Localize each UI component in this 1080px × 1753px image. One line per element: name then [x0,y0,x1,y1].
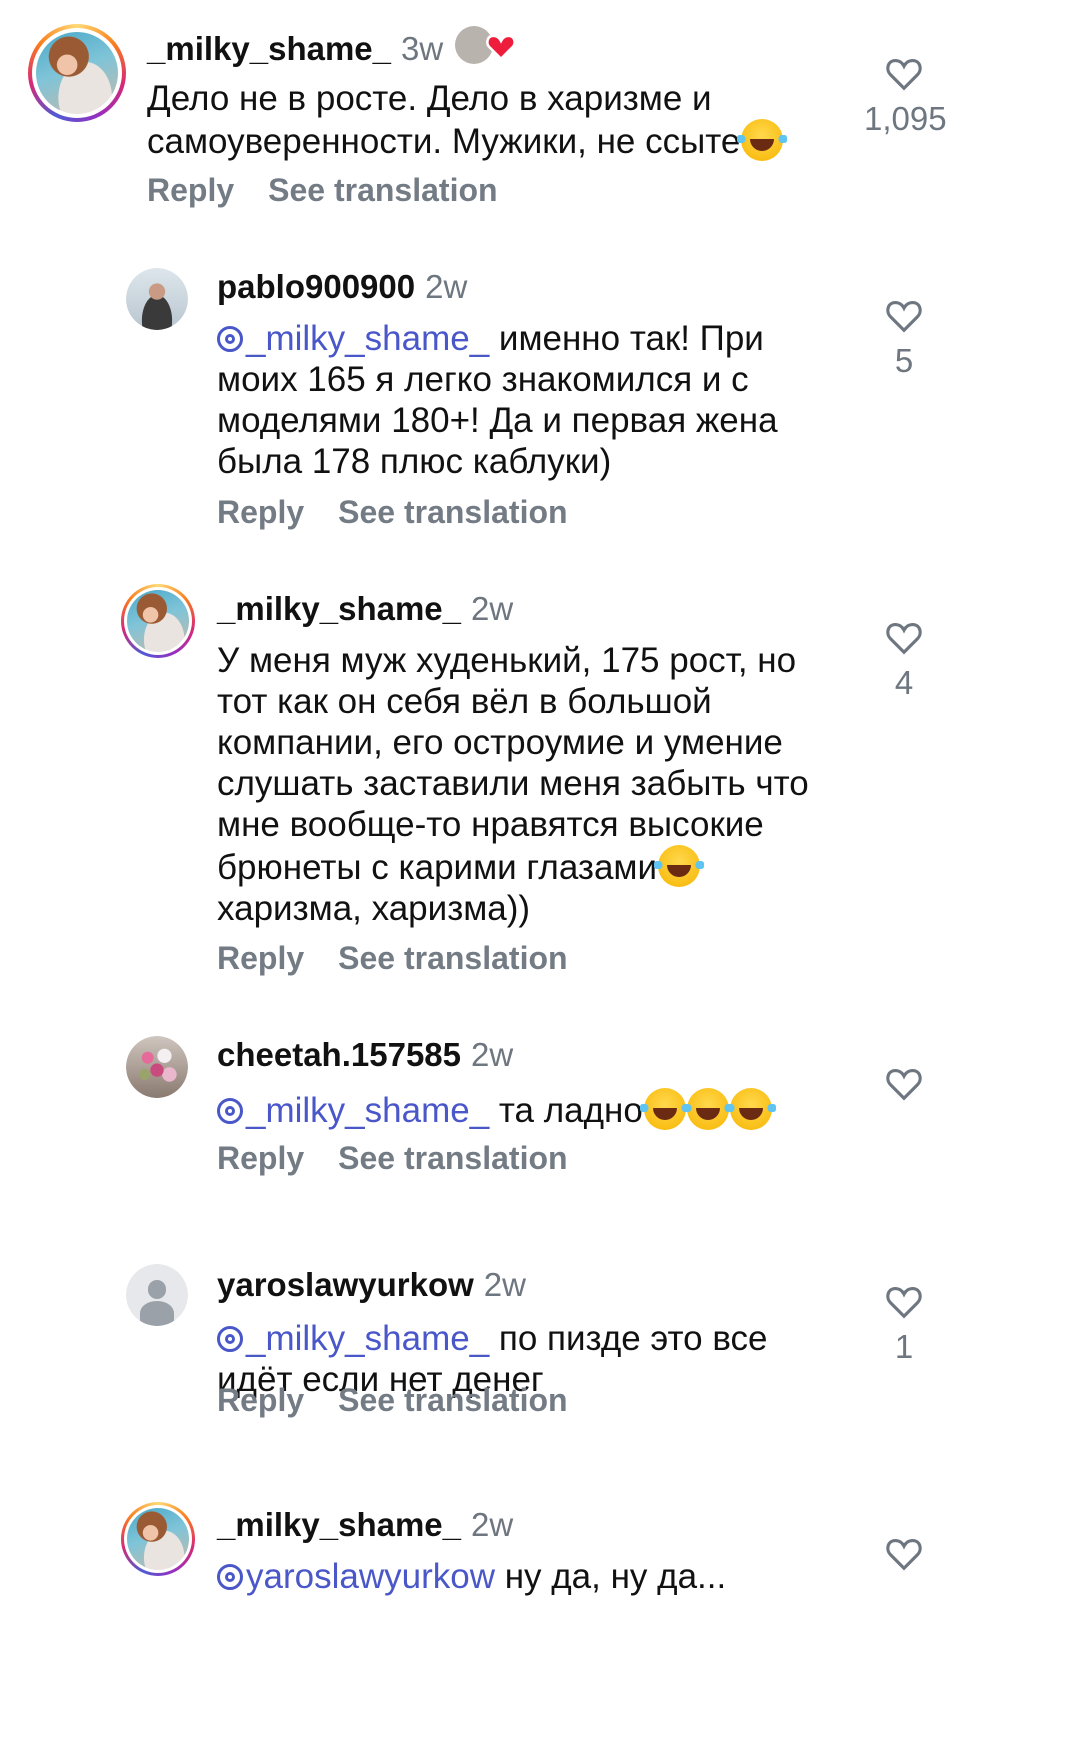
heart-icon [886,1068,922,1101]
comment-item: _milky_shame_ 3w Дело не в росте. Дело в … [0,0,1080,250]
heart-icon [886,58,922,91]
comment-actions: Reply See translation [147,172,498,209]
like-count: 1 [894,1328,914,1365]
at-icon [217,1564,243,1590]
mention-link[interactable]: _milky_shame_ [217,1319,489,1358]
heart-icon [886,300,922,333]
laughing-emoji-icon [639,1088,690,1130]
username[interactable]: cheetah.157585 [217,1036,461,1073]
comment-header: _milky_shame_ 3w [147,26,517,68]
avatar[interactable] [126,268,188,330]
mention-link[interactable]: _milky_shame_ [217,319,489,358]
reply-button[interactable]: Reply [217,1140,304,1176]
timestamp: 2w [471,590,514,627]
like-button[interactable]: 1 [864,1284,944,1366]
laughing-emoji-icon [725,1088,776,1130]
avatar[interactable] [121,584,195,658]
like-count: 5 [894,342,914,379]
see-translation-button[interactable]: See translation [268,172,497,208]
username[interactable]: _milky_shame_ [217,1506,461,1543]
comment-actions: Reply See translation [217,1140,568,1177]
comment-text: Дело не в росте. Дело в харизме и самоув… [147,78,847,162]
heart-icon [886,1538,922,1571]
reply-button[interactable]: Reply [217,940,304,976]
like-button[interactable] [864,1536,944,1572]
reply-button[interactable]: Reply [147,172,234,208]
avatar[interactable] [126,1264,188,1326]
see-translation-button[interactable]: See translation [338,940,567,976]
comment-header: _milky_shame_ 2w [217,1506,513,1544]
laughing-emoji-icon [737,119,788,161]
timestamp: 2w [471,1506,514,1543]
comment-header: pablo900900 2w [217,268,467,306]
avatar[interactable] [126,1036,188,1098]
like-button[interactable]: 4 [864,620,944,702]
timestamp: 2w [425,268,468,305]
like-button[interactable]: 5 [864,298,944,380]
comment-header: yaroslawyurkow 2w [217,1266,526,1304]
reply-item: pablo900900 2w _milky_shame_ именно так! … [0,250,1080,570]
comment-header: _milky_shame_ 2w [217,590,513,628]
see-translation-button[interactable]: See translation [338,494,567,530]
at-icon [217,1326,243,1352]
default-avatar-icon [126,1264,188,1326]
reply-item: cheetah.157585 2w _milky_shame_ та ладно … [0,1020,1080,1250]
comment-actions: Reply See translation [217,940,568,977]
reply-item: _milky_shame_ 2w yaroslawyurkow ну да, ну… [0,1490,1080,1753]
laughing-emoji-icon [682,1088,733,1130]
mention-link[interactable]: _milky_shame_ [217,1091,489,1130]
username[interactable]: _milky_shame_ [217,590,461,627]
comment-actions: Reply See translation [217,1382,568,1419]
username[interactable]: _milky_shame_ [147,30,391,67]
heart-icon [886,1286,922,1319]
see-translation-button[interactable]: See translation [338,1382,567,1418]
reply-button[interactable]: Reply [217,1382,304,1418]
like-button[interactable] [864,1066,944,1102]
reply-item: _milky_shame_ 2w У меня муж худенький, 17… [0,570,1080,1020]
comment-actions: Reply See translation [217,494,568,531]
username[interactable]: pablo900900 [217,268,415,305]
like-count: 4 [894,664,914,701]
at-icon [217,1098,243,1124]
comment-text: yaroslawyurkow ну да, ну да... [217,1556,917,1597]
avatar[interactable] [28,24,126,122]
heart-icon [886,622,922,655]
avatar[interactable] [121,1502,195,1576]
like-count: 1,095 [864,100,947,137]
reply-item: yaroslawyurkow 2w _milky_shame_ по пизде … [0,1250,1080,1490]
creator-liked-icon [455,26,517,64]
see-translation-button[interactable]: See translation [338,1140,567,1176]
timestamp: 3w [401,30,444,67]
comment-text: _milky_shame_ именно так! При моих 165 я… [217,319,778,481]
comment-header: cheetah.157585 2w [217,1036,513,1074]
mention-link[interactable]: yaroslawyurkow [217,1557,495,1596]
reply-button[interactable]: Reply [217,494,304,530]
comment-text: _milky_shame_ та ладно [217,1088,917,1131]
laughing-emoji-icon [654,845,705,887]
timestamp: 2w [471,1036,514,1073]
username[interactable]: yaroslawyurkow [217,1266,474,1303]
at-icon [217,326,243,352]
comment-text: У меня муж худенький, 175 рост, но тот к… [217,641,809,928]
like-button[interactable]: 1,095 [864,56,947,138]
timestamp: 2w [483,1266,526,1303]
